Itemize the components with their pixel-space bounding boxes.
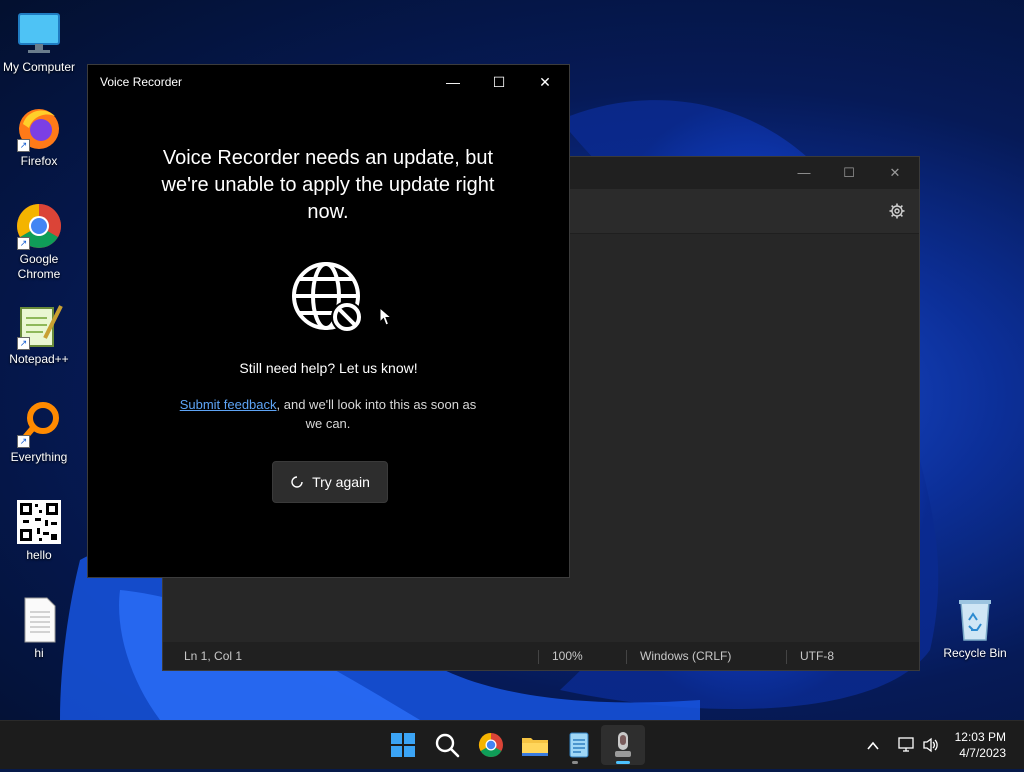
desktop-icon-hi[interactable]: hi xyxy=(0,596,78,661)
maximize-button[interactable]: ☐ xyxy=(834,163,864,183)
desktop-icon-label: Everything xyxy=(10,450,68,464)
clock[interactable]: 12:03 PM 4/7/2023 xyxy=(955,729,1006,761)
chevron-up-icon xyxy=(867,741,879,750)
start-icon[interactable] xyxy=(387,729,419,761)
minimize-button[interactable]: — xyxy=(433,69,473,95)
desktop-icon-label: Google Chrome xyxy=(17,252,61,281)
cursor-position: Ln 1, Col 1 xyxy=(184,649,243,663)
window-title: Voice Recorder xyxy=(100,75,183,89)
shortcut-arrow-icon: ↗ xyxy=(17,435,30,448)
desktop-icon-label: hello xyxy=(26,548,52,562)
chrome-icon: ↗ xyxy=(15,202,63,250)
desktop-icon-label: Firefox xyxy=(20,154,58,168)
feedback-text: Submit feedback, and we'll look into thi… xyxy=(178,395,478,433)
notepadpp-icon: ↗ xyxy=(15,302,63,350)
shortcut-arrow-icon: ↗ xyxy=(17,139,30,152)
mouse-pointer-icon xyxy=(379,307,393,326)
try-again-button[interactable]: Try again xyxy=(272,461,388,503)
desktop-icon-label: Recycle Bin xyxy=(943,646,1007,660)
voice-recorder-icon[interactable] xyxy=(607,729,639,761)
maximize-button[interactable]: ☐ xyxy=(479,69,519,95)
error-heading: Voice Recorder needs an update, but we'r… xyxy=(161,147,495,223)
desktop-icon-hello[interactable]: hello xyxy=(0,498,78,563)
desktop-icon-chrome[interactable]: ↗ Google Chrome xyxy=(0,202,78,282)
divider xyxy=(538,650,539,664)
taskbar: 12:03 PM 4/7/2023 xyxy=(0,720,1024,769)
text-file-icon xyxy=(15,596,63,644)
search-icon[interactable] xyxy=(431,729,463,761)
shortcut-arrow-icon: ↗ xyxy=(17,337,30,350)
chrome-icon[interactable] xyxy=(475,729,507,761)
zoom-level: 100% xyxy=(552,649,583,663)
refresh-icon xyxy=(291,476,303,488)
active-indicator xyxy=(616,761,630,764)
volume-icon[interactable] xyxy=(922,737,940,753)
gear-icon[interactable] xyxy=(889,203,905,219)
desktop-icon-everything[interactable]: ↗ Everything xyxy=(0,400,78,465)
desktop-icon-label: hi xyxy=(34,646,44,660)
divider xyxy=(786,650,787,664)
monitor-icon xyxy=(15,10,63,58)
divider xyxy=(626,650,627,664)
notepad-statusbar: Ln 1, Col 1 100% Windows (CRLF) UTF-8 xyxy=(163,642,919,670)
feedback-text-rest: , and we'll look into this as soon as we… xyxy=(276,397,477,431)
globe-blocked-icon xyxy=(292,262,363,333)
desktop-icon-label: My Computer xyxy=(2,60,76,74)
firefox-icon: ↗ xyxy=(15,104,63,152)
line-ending: Windows (CRLF) xyxy=(640,649,732,663)
clock-time: 12:03 PM xyxy=(954,730,1006,744)
desktop-icon-label: Notepad++ xyxy=(9,352,69,366)
desktop-icon-notepadpp[interactable]: ↗ Notepad++ xyxy=(0,302,78,367)
search-magnifier-icon: ↗ xyxy=(15,400,63,448)
encoding: UTF-8 xyxy=(800,649,834,663)
desktop-icon-recycle-bin[interactable]: Recycle Bin xyxy=(936,596,1014,661)
desktop-icon-firefox[interactable]: ↗ Firefox xyxy=(0,104,78,169)
desktop-icon-my-computer[interactable]: My Computer xyxy=(0,10,78,75)
clock-date: 4/7/2023 xyxy=(959,746,1006,760)
submit-feedback-link[interactable]: Submit feedback xyxy=(180,397,277,412)
voice-recorder-window[interactable]: Voice Recorder — ☐ ✕ Voice Recorder need… xyxy=(87,64,570,578)
minimize-button[interactable]: — xyxy=(789,163,819,183)
close-button[interactable]: ✕ xyxy=(525,69,565,95)
shortcut-arrow-icon: ↗ xyxy=(17,237,30,250)
file-explorer-icon[interactable] xyxy=(519,729,551,761)
help-text: Still need help? Let us know! xyxy=(239,360,418,376)
notepad-icon[interactable] xyxy=(563,729,595,761)
show-hidden-icons-button[interactable] xyxy=(866,721,886,769)
recycle-bin-icon xyxy=(951,596,999,644)
network-icon[interactable] xyxy=(898,737,916,753)
close-button[interactable]: ✕ xyxy=(880,163,910,183)
qr-code-icon xyxy=(15,498,63,546)
running-indicator xyxy=(572,761,578,764)
try-again-label: Try again xyxy=(312,474,370,490)
